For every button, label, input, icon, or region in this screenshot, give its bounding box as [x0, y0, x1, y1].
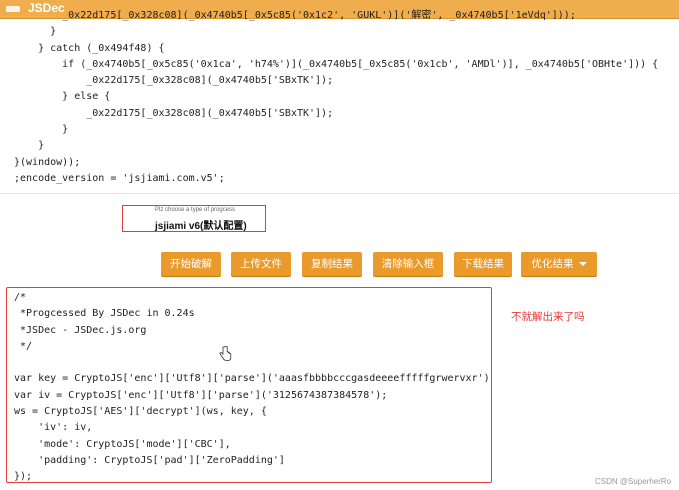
clear-input-button[interactable]: 清除输入框 [373, 252, 443, 276]
section-divider [0, 193, 679, 194]
output-code-area[interactable]: /* *Progcessed By JSDec in 0.24s *JSDec … [14, 290, 490, 482]
download-result-button[interactable]: 下载结果 [454, 252, 512, 276]
start-decode-button[interactable]: 开始破解 [161, 252, 221, 276]
annotation-note: 不就解出来了吗 [511, 311, 585, 323]
hand-cursor-icon [219, 346, 232, 361]
input-code-text: _0x22d175[_0x328c08](_0x4740b5[_0x5c85('… [14, 10, 659, 184]
optimize-result-dropdown[interactable]: 优化结果 [521, 252, 597, 276]
optimize-result-label: 优化结果 [531, 258, 574, 270]
copy-result-button[interactable]: 复制结果 [302, 252, 362, 276]
caret-down-icon [578, 262, 587, 267]
output-code-text: /* *Progcessed By JSDec in 0.24s *JSDec … [14, 292, 490, 482]
process-type-hint: Plz choose a type of progcess [155, 207, 236, 213]
process-type-value[interactable]: jsjiami v6(默认配置) [155, 217, 247, 232]
input-code-area[interactable]: _0x22d175[_0x328c08](_0x4740b5[_0x5c85('… [0, 8, 679, 200]
csdn-watermark: CSDN @SuperherRo [595, 477, 672, 486]
upload-file-button[interactable]: 上传文件 [231, 252, 291, 276]
